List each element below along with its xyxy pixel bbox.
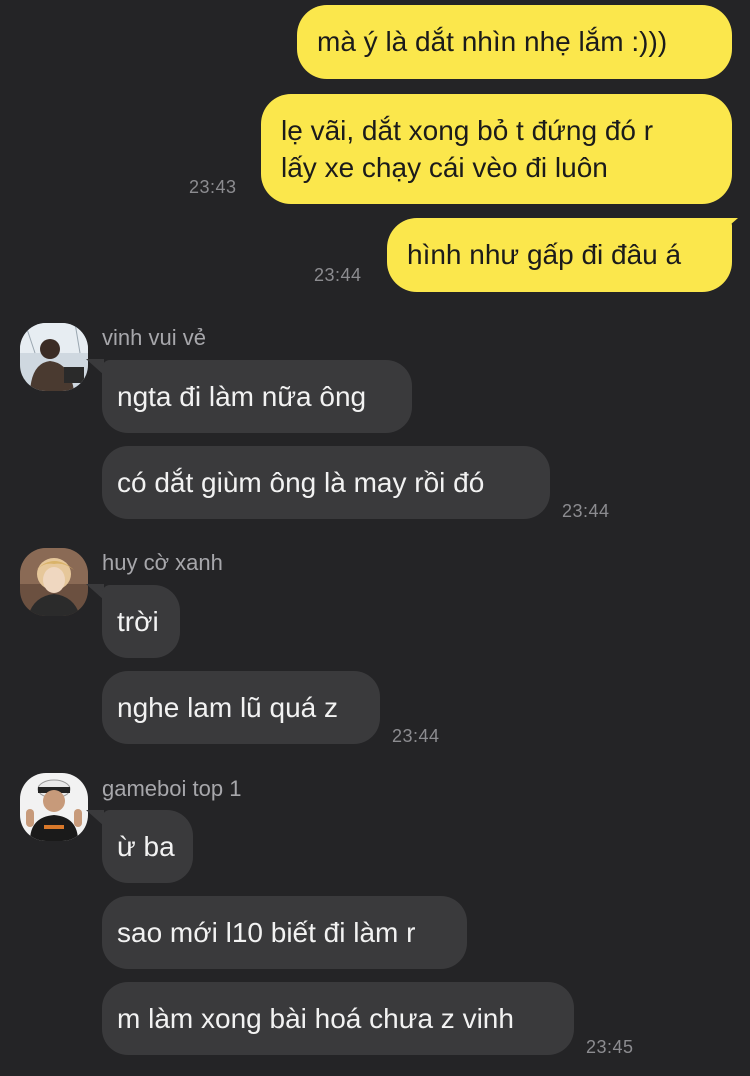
incoming-message-bubble[interactable]: ngta đi làm nữa ông bbox=[102, 360, 412, 433]
outgoing-message-bubble[interactable]: lẹ vãi, dắt xong bỏ t đứng đó r lấy xe c… bbox=[261, 94, 732, 204]
message-text: có dắt giùm ông là may rồi đó bbox=[117, 467, 485, 498]
sender-name: vinh vui vẻ bbox=[102, 325, 206, 350]
message-text: mà ý là dắt nhìn nhẹ lắm :))) bbox=[317, 26, 668, 57]
message-text: hình như gấp đi đâu á bbox=[407, 239, 682, 270]
incoming-message-bubble[interactable]: ừ ba bbox=[102, 810, 193, 883]
sender-name: huy cờ xanh bbox=[102, 550, 223, 575]
message-text: ngta đi làm nữa ông bbox=[117, 381, 367, 412]
message-timestamp: 23:44 bbox=[392, 726, 440, 746]
profile-photo-icon bbox=[20, 548, 88, 616]
message-text: nghe lam lũ quá z bbox=[117, 692, 339, 723]
profile-photo-icon bbox=[20, 323, 88, 391]
message-text: m làm xong bài hoá chưa z vinh bbox=[117, 1003, 514, 1034]
avatar[interactable] bbox=[20, 323, 88, 391]
message-text: ừ ba bbox=[117, 831, 175, 862]
message-timestamp: 23:43 bbox=[189, 177, 237, 197]
message-text: sao mới l10 biết đi làm r bbox=[117, 917, 416, 948]
incoming-message-bubble[interactable]: trời bbox=[102, 585, 180, 658]
message-text: trời bbox=[117, 606, 159, 637]
message-text: lẹ vãi, dắt xong bỏ t đứng đó r bbox=[281, 115, 654, 146]
incoming-message-bubble[interactable]: có dắt giùm ông là may rồi đó bbox=[102, 446, 550, 519]
message-timestamp: 23:44 bbox=[314, 265, 362, 285]
outgoing-message-bubble[interactable]: hình như gấp đi đâu á bbox=[387, 218, 732, 292]
incoming-message-bubble[interactable]: m làm xong bài hoá chưa z vinh bbox=[102, 982, 574, 1055]
bubble-tail bbox=[722, 218, 738, 232]
message-text: lấy xe chạy cái vèo đi luôn bbox=[281, 152, 608, 183]
message-timestamp: 23:45 bbox=[586, 1037, 634, 1057]
sender-name: gameboi top 1 bbox=[102, 776, 242, 801]
message-timestamp: 23:44 bbox=[562, 501, 610, 521]
outgoing-message-bubble[interactable]: mà ý là dắt nhìn nhẹ lắm :))) bbox=[297, 5, 732, 79]
avatar[interactable] bbox=[20, 773, 88, 841]
incoming-message-bubble[interactable]: sao mới l10 biết đi làm r bbox=[102, 896, 467, 969]
incoming-message-bubble[interactable]: nghe lam lũ quá z bbox=[102, 671, 380, 744]
profile-photo-icon bbox=[20, 773, 88, 841]
avatar[interactable] bbox=[20, 548, 88, 616]
